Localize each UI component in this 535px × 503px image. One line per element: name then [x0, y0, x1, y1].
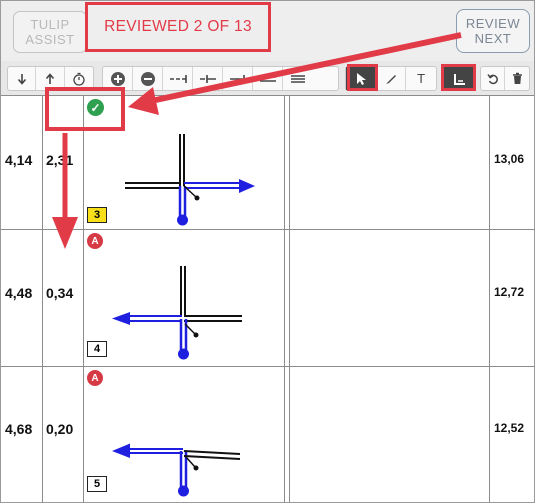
- total-distance-cell: 4,14: [5, 152, 33, 168]
- text-tool-button[interactable]: T: [406, 67, 436, 90]
- status-cell-highlight: [45, 87, 125, 131]
- toolbar-group-edit: [102, 66, 339, 91]
- pointer-icon[interactable]: [346, 67, 377, 90]
- split-left-icon[interactable]: [163, 67, 193, 90]
- toolbar-group-tools: T: [345, 66, 437, 91]
- step-number-badge: 3: [87, 207, 107, 223]
- partial-distance-cell: 0,20: [46, 421, 74, 437]
- header-bar: TULIP ASSIST REVIEWED 2 OF 13 REVIEW NEX…: [1, 1, 534, 61]
- total-distance-cell: 4,68: [5, 421, 33, 437]
- tulip-assist-label-line2: ASSIST: [25, 32, 75, 47]
- alert-icon: A: [87, 233, 103, 249]
- split-center-icon[interactable]: [193, 67, 223, 90]
- tulip-assist-button[interactable]: TULIP ASSIST: [13, 11, 87, 53]
- table-row[interactable]: 4,48 0,34 A 4 12,72: [1, 230, 534, 366]
- table-row[interactable]: 4,68 0,20 A 5 12,52: [1, 367, 534, 502]
- alert-icon: A: [87, 370, 103, 386]
- remaining-distance-cell: 13,06: [494, 152, 525, 166]
- remaining-distance-cell: 12,72: [494, 285, 525, 299]
- undo-icon[interactable]: [481, 67, 506, 90]
- junction-diagram-left[interactable]: [106, 260, 246, 360]
- step-number-badge: 4: [87, 341, 107, 357]
- review-next-label-line2: NEXT: [474, 31, 512, 46]
- total-distance-cell: 4,48: [5, 285, 33, 301]
- review-status-label: REVIEWED 2 OF 13: [85, 2, 271, 52]
- review-next-label-line1: REVIEW: [465, 16, 521, 31]
- remove-circle-icon[interactable]: [133, 67, 163, 90]
- merge-right-icon[interactable]: [283, 67, 313, 90]
- trash-icon[interactable]: [505, 67, 529, 90]
- partial-distance-cell: 2,31: [46, 152, 74, 168]
- dimension-icon[interactable]: [444, 67, 473, 90]
- step-number-badge: 5: [87, 476, 107, 492]
- junction-diagram-left[interactable]: [106, 427, 246, 502]
- remaining-distance-cell: 12,52: [494, 421, 525, 435]
- app-window: TULIP ASSIST REVIEWED 2 OF 13 REVIEW NEX…: [0, 0, 535, 503]
- junction-diagram-right[interactable]: [121, 130, 261, 230]
- arrow-down-icon[interactable]: [8, 67, 37, 90]
- tulip-assist-label-line1: TULIP: [30, 17, 70, 32]
- split-right-icon[interactable]: [223, 67, 253, 90]
- partial-distance-cell: 0,34: [46, 285, 74, 301]
- toolbar-group-dimension: [443, 66, 474, 91]
- roadbook-table: 4,14 2,31 ✓ 3 13,06 4,48 0,34 A 4 12,72 …: [1, 96, 534, 502]
- toolbar-group-history: [480, 66, 530, 91]
- merge-left-icon[interactable]: [253, 67, 283, 90]
- review-next-button[interactable]: REVIEW NEXT: [456, 9, 530, 53]
- text-icon: T: [417, 71, 426, 86]
- pen-icon[interactable]: [377, 67, 407, 90]
